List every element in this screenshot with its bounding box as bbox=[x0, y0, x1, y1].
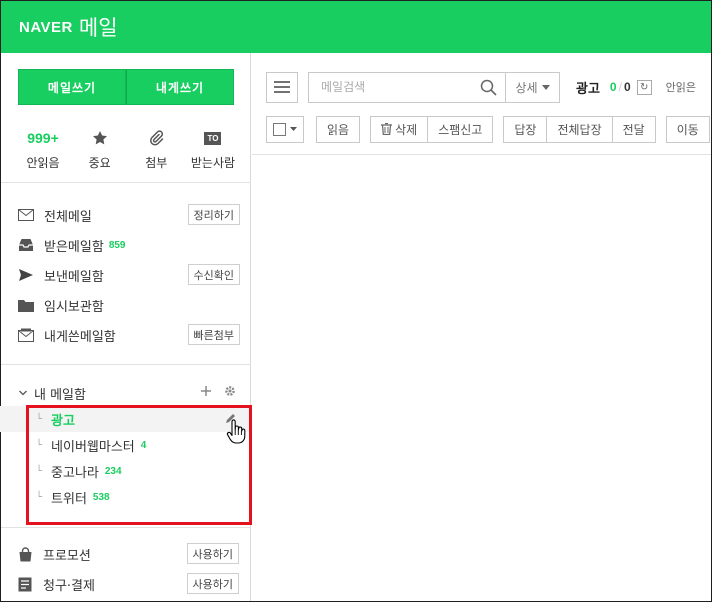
my-mailbox-title: 내 메일함 bbox=[34, 387, 86, 403]
mark-read-button[interactable]: 읽음 bbox=[316, 115, 361, 143]
my-mailbox-header[interactable]: 내 메일함 bbox=[18, 381, 240, 405]
add-folder-icon[interactable] bbox=[200, 385, 212, 397]
gear-icon[interactable] bbox=[224, 385, 236, 397]
my-mailbox-actions bbox=[200, 385, 236, 397]
folder-name: 전체메일 bbox=[44, 209, 92, 225]
unread-only-link[interactable]: 안읽은 bbox=[666, 79, 696, 95]
menu-button[interactable] bbox=[266, 71, 298, 103]
action-group-1: 읽음 삭제 스팸신고 답장 전체답장 전달 이동 bbox=[316, 115, 710, 143]
star-icon bbox=[92, 131, 107, 145]
quick-filter-important[interactable]: 중요 bbox=[75, 127, 125, 171]
unread-count: 0 bbox=[609, 80, 617, 94]
extra-services: 프로모션 사용하기 청구·결제 사용하기 bbox=[17, 539, 239, 599]
move-button[interactable]: 이동 bbox=[665, 115, 710, 143]
caret-down-icon[interactable] bbox=[290, 127, 297, 131]
compose-buttons: 메일쓰기 내게쓰기 bbox=[18, 69, 234, 105]
paperclip-icon bbox=[150, 130, 164, 146]
forward-button[interactable]: 전달 bbox=[612, 115, 656, 143]
folder-drafts[interactable]: 임시보관함 bbox=[18, 290, 240, 320]
action-toolbar: 읽음 삭제 스팸신고 답장 전체답장 전달 이동 bbox=[266, 115, 710, 143]
mail-logo[interactable]: 메일 bbox=[79, 12, 118, 42]
use-button[interactable]: 사용하기 bbox=[186, 543, 239, 564]
detail-search-button[interactable]: 상세 bbox=[506, 71, 560, 103]
write-mail-button[interactable]: 메일쓰기 bbox=[18, 69, 126, 105]
quick-label: 안읽음 bbox=[26, 156, 60, 170]
read-receipt-button[interactable]: 수신확인 bbox=[187, 264, 240, 285]
report-spam-button[interactable]: 스팸신고 bbox=[428, 115, 494, 143]
divider bbox=[1, 527, 251, 528]
folder-name: 받은메일함 bbox=[44, 239, 104, 255]
write-to-self-button[interactable]: 내게쓰기 bbox=[126, 69, 234, 105]
trash-icon bbox=[381, 123, 393, 135]
total-count: 0 bbox=[623, 80, 631, 94]
reply-button[interactable]: 답장 bbox=[503, 115, 548, 143]
folder-all-mail[interactable]: 전체메일 정리하기 bbox=[18, 200, 240, 230]
top-header: NAVER 메일 bbox=[1, 1, 711, 53]
chevron-down-icon[interactable] bbox=[18, 388, 28, 398]
send-icon bbox=[18, 267, 34, 283]
quick-attach-button[interactable]: 빠른첨부 bbox=[187, 324, 240, 345]
service-billing[interactable]: 청구·결제 사용하기 bbox=[17, 569, 239, 599]
bill-icon bbox=[17, 576, 33, 592]
naver-logo[interactable]: NAVER bbox=[19, 19, 73, 36]
refresh-icon[interactable]: ↻ bbox=[636, 79, 652, 95]
checkbox[interactable] bbox=[273, 122, 286, 136]
highlight-annotation-box bbox=[26, 405, 252, 525]
service-name: 청구·결제 bbox=[43, 578, 95, 594]
quick-filters: 999+ 안읽음 중요 첨부 TO 받는사람 bbox=[18, 127, 238, 171]
reply-all-button[interactable]: 전체답장 bbox=[547, 115, 613, 143]
inbox-icon bbox=[18, 237, 34, 253]
caret-down-icon bbox=[541, 84, 550, 90]
quick-filter-attachment[interactable]: 첨부 bbox=[131, 127, 181, 171]
hamburger-icon bbox=[274, 81, 290, 93]
shopping-bag-icon bbox=[17, 546, 33, 562]
search-input[interactable] bbox=[321, 80, 471, 94]
search-toolbar: 상세 광고 0/0 ↻ 안읽은 bbox=[266, 71, 696, 103]
hand-cursor-icon bbox=[226, 419, 246, 444]
folder-name: 보낸메일함 bbox=[44, 269, 104, 285]
divider bbox=[252, 154, 711, 155]
use-button[interactable]: 사용하기 bbox=[186, 573, 239, 594]
folder-mail-count: 0/0 bbox=[609, 80, 631, 94]
quick-label: 받는사람 bbox=[190, 156, 236, 170]
quick-label: 중요 bbox=[88, 156, 111, 170]
folder-sent[interactable]: 보낸메일함 수신확인 bbox=[18, 260, 240, 290]
folder-inbox[interactable]: 받은메일함 859 bbox=[18, 230, 240, 260]
inbox-count: 859 bbox=[108, 239, 126, 251]
quick-label: 첨부 bbox=[145, 156, 168, 170]
folder-icon bbox=[18, 297, 34, 313]
quick-filter-unread[interactable]: 999+ 안읽음 bbox=[18, 127, 68, 171]
folder-name: 내게쓴메일함 bbox=[44, 329, 116, 345]
divider bbox=[1, 364, 251, 365]
select-all-checkbox[interactable] bbox=[266, 115, 304, 143]
service-name: 프로모션 bbox=[43, 548, 91, 564]
system-folders: 전체메일 정리하기 받은메일함 859 보낸메일함 수신확인 임시보관함 내게쓴… bbox=[18, 200, 240, 350]
folder-self-mail[interactable]: 내게쓴메일함 빠른첨부 bbox=[18, 320, 240, 350]
to-icon: TO bbox=[204, 131, 222, 145]
folder-name: 임시보관함 bbox=[44, 299, 104, 315]
divider bbox=[1, 182, 251, 183]
quick-filter-recipient[interactable]: TO 받는사람 bbox=[188, 127, 238, 171]
unread-count: 999+ bbox=[27, 130, 59, 146]
delete-label: 삭제 bbox=[395, 122, 418, 137]
envelope-icon bbox=[18, 207, 34, 223]
organize-button[interactable]: 정리하기 bbox=[187, 204, 240, 225]
service-promotion[interactable]: 프로모션 사용하기 bbox=[17, 539, 239, 569]
delete-button[interactable]: 삭제 bbox=[370, 115, 429, 143]
current-folder-title: 광고 bbox=[576, 81, 600, 97]
detail-label: 상세 bbox=[515, 80, 538, 95]
self-mail-icon bbox=[18, 327, 34, 343]
search-icon[interactable] bbox=[480, 79, 497, 96]
search-box bbox=[308, 71, 506, 103]
